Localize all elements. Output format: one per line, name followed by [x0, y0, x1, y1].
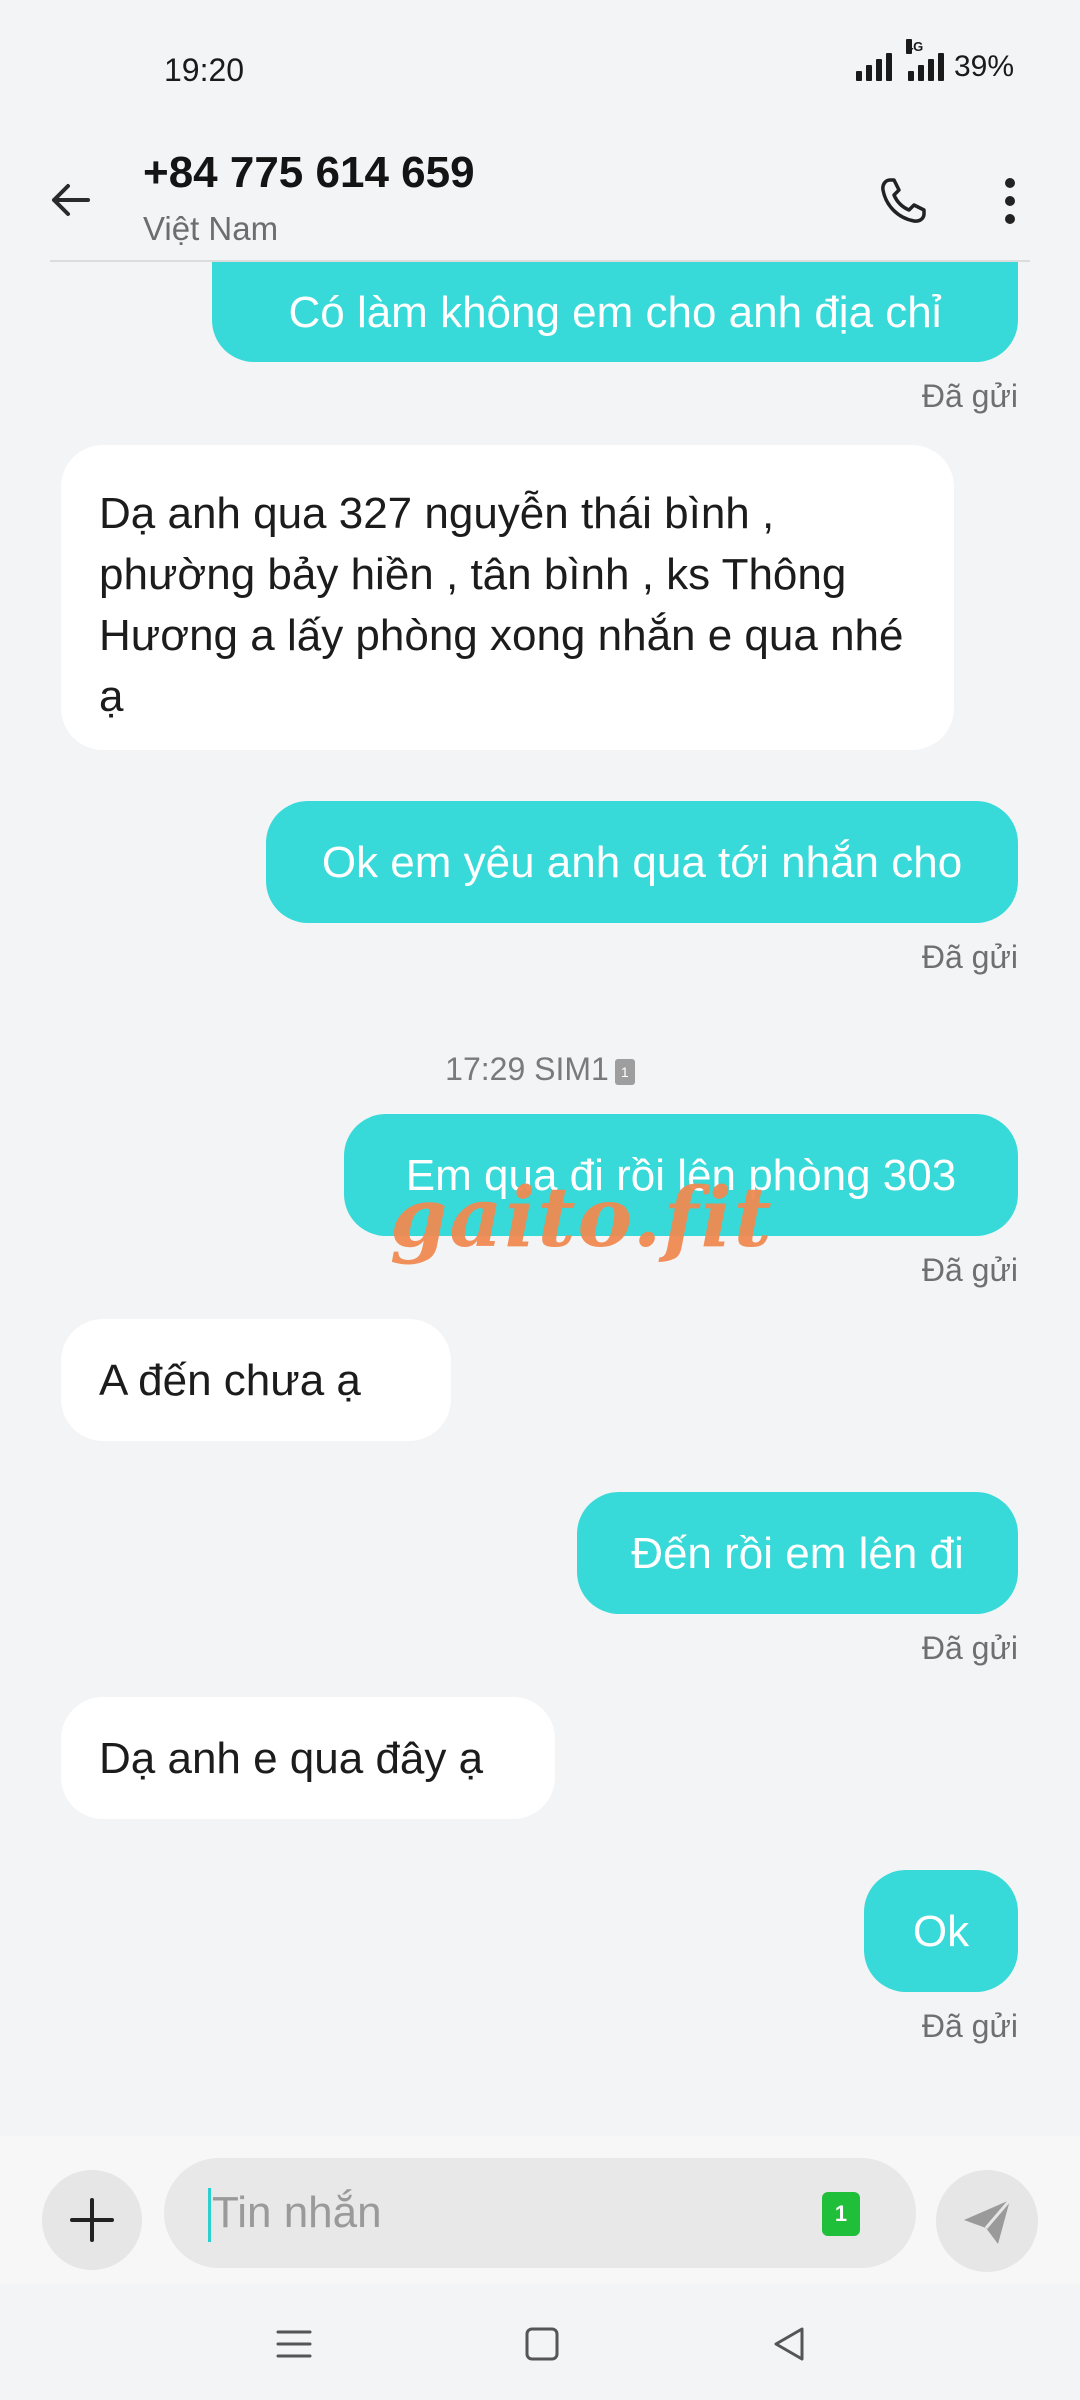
back-button[interactable]: [40, 168, 104, 232]
message-composer: 1: [0, 2136, 1080, 2284]
outgoing-message-bubble[interactable]: Đến rồi em lên đi: [577, 1492, 1018, 1614]
message-text: Đến rồi em lên đi: [631, 1528, 964, 1578]
message-text: Ok em yêu anh qua tới nhắn cho: [321, 837, 963, 887]
status-time: 19:20: [164, 52, 245, 88]
call-button[interactable]: [868, 166, 938, 236]
send-icon: [964, 2199, 1012, 2244]
status-indicators: 4G 39%: [855, 39, 1014, 84]
home-button[interactable]: [510, 2312, 574, 2376]
send-button[interactable]: [936, 2170, 1038, 2272]
outgoing-message-bubble[interactable]: Ok em yêu anh qua tới nhắn cho: [266, 801, 1018, 923]
battery-percentage: 39%: [953, 50, 1014, 83]
outgoing-message-bubble[interactable]: Có làm không em cho anh địa chỉ: [212, 262, 1018, 362]
time-divider-text: 17:29 SIM1: [445, 1051, 609, 1087]
network-type-label: 4G: [905, 39, 924, 54]
message-status: Đã gửi: [921, 2008, 1018, 2044]
plus-icon: [70, 2198, 114, 2242]
message-status: Đã gửi: [921, 1252, 1018, 1288]
message-input[interactable]: [212, 2158, 812, 2268]
message-status: Đã gửi: [921, 1630, 1018, 1666]
status-bar: 19:20 4G 39%: [0, 0, 1080, 140]
incoming-message-bubble[interactable]: Dạ anh qua 327 nguyễn thái bình , phường…: [61, 445, 954, 750]
contact-number: +84 775 614 659: [143, 148, 475, 197]
message-text: Có làm không em cho anh địa chỉ: [288, 287, 942, 337]
incoming-message-bubble[interactable]: A đến chưa ạ: [61, 1319, 451, 1441]
conversation-header: +84 775 614 659 Việt Nam: [0, 140, 1080, 262]
menu-icon: [276, 2330, 312, 2358]
system-navigation-bar: [0, 2284, 1080, 2400]
triangle-back-icon: [774, 2327, 804, 2361]
message-text: Dạ anh e qua đây ạ: [99, 1733, 484, 1783]
more-vertical-icon: [1005, 178, 1015, 224]
time-divider: 17:29 SIM1 1: [0, 1051, 1080, 1088]
recent-apps-button[interactable]: [262, 2312, 326, 2376]
sim-selector-badge[interactable]: 1: [822, 2192, 860, 2236]
message-input-container[interactable]: 1: [164, 2158, 916, 2268]
arrow-left-icon: [52, 184, 90, 216]
sim-card-icon: 1: [614, 1058, 635, 1085]
home-square-icon: [525, 2327, 559, 2361]
add-attachment-button[interactable]: [42, 2170, 142, 2270]
message-text: A đến chưa ạ: [99, 1355, 361, 1405]
mobile-data-icon: 4G: [905, 39, 944, 81]
contact-country: Việt Nam: [143, 210, 279, 247]
signal-icon: [855, 53, 892, 81]
watermark-logo: gaito.fit: [390, 1170, 774, 1266]
message-status: Đã gửi: [921, 378, 1018, 414]
message-text: Dạ anh qua 327 nguyễn thái bình , phường…: [99, 489, 904, 721]
incoming-message-bubble[interactable]: Dạ anh e qua đây ạ: [61, 1697, 555, 1819]
more-options-button[interactable]: [985, 166, 1035, 236]
text-cursor: [208, 2188, 211, 2242]
phone-icon: [881, 178, 926, 223]
system-back-button[interactable]: [758, 2312, 822, 2376]
message-text: Ok: [912, 1906, 970, 1956]
outgoing-message-bubble[interactable]: Ok: [864, 1870, 1018, 1992]
message-status: Đã gửi: [921, 939, 1018, 975]
